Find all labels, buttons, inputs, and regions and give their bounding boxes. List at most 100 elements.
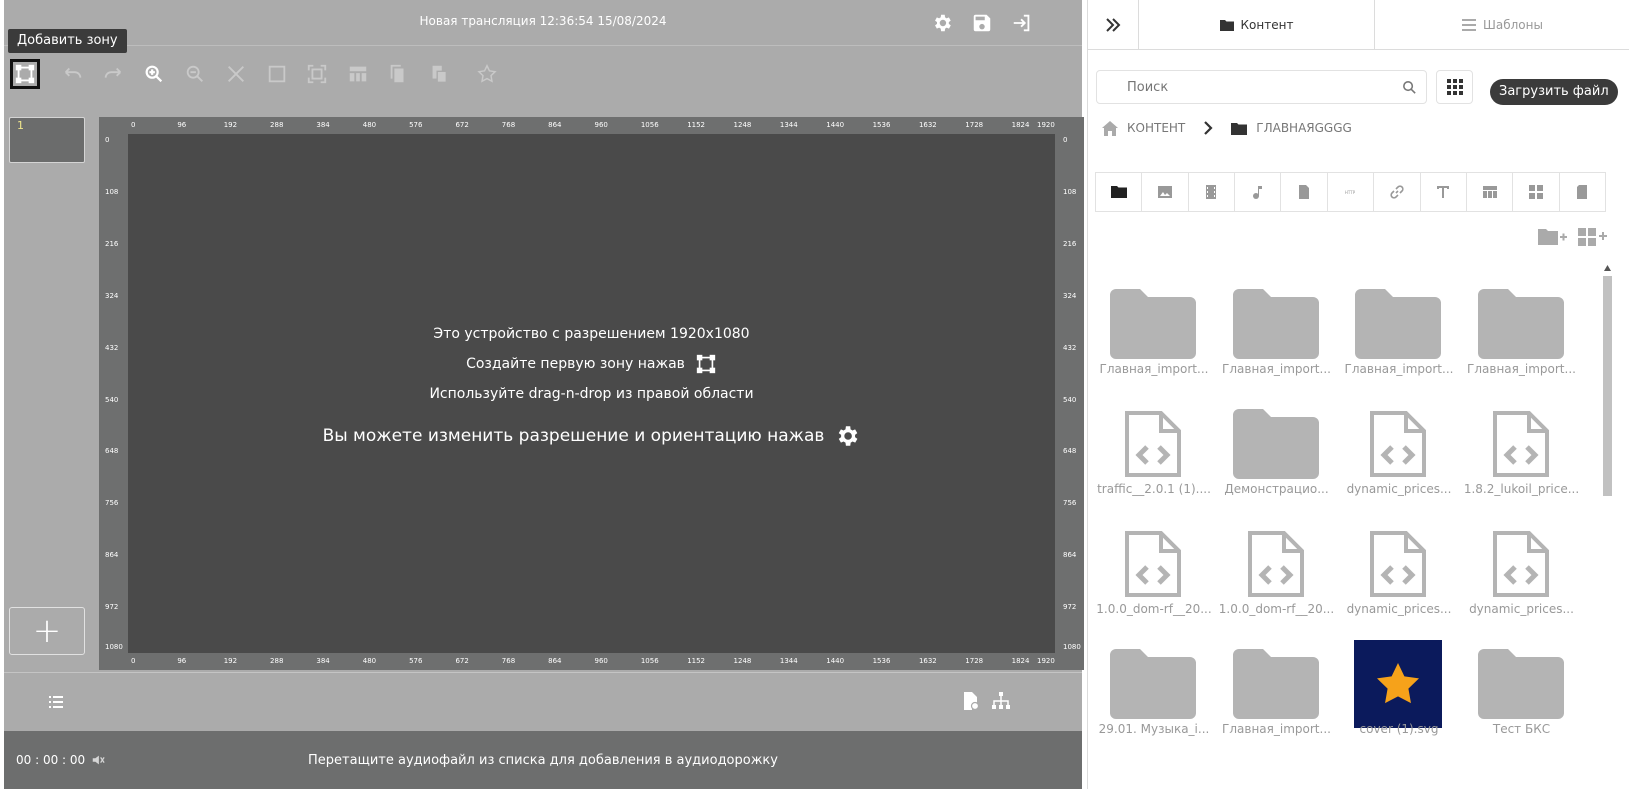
upload-file-button[interactable]: Загрузить файл bbox=[1490, 79, 1618, 105]
slide-thumbnail[interactable]: 1 bbox=[9, 117, 85, 163]
zoom-out-button[interactable] bbox=[180, 59, 210, 89]
file-tile-folder[interactable]: 29.01. Музыка_i... bbox=[1096, 628, 1212, 748]
ruler-tick: 384 bbox=[316, 657, 330, 665]
file-tile-code[interactable]: traffic__2.0.1 (1).... bbox=[1096, 388, 1212, 508]
home-icon[interactable] bbox=[1102, 120, 1118, 136]
file-label: traffic__2.0.1 (1).... bbox=[1097, 482, 1211, 496]
filter-video[interactable] bbox=[1189, 173, 1236, 211]
filter-audio[interactable] bbox=[1235, 173, 1282, 211]
file-tile-folder[interactable]: Главная_import... bbox=[1341, 268, 1457, 388]
add-slide-button[interactable]: + bbox=[9, 607, 85, 655]
search-icon[interactable] bbox=[1401, 79, 1418, 96]
fullscreen-zone-button[interactable] bbox=[302, 59, 332, 89]
filter-folder[interactable] bbox=[1096, 173, 1143, 211]
panel-tabs: Контент Шаблоны bbox=[1088, 0, 1629, 50]
filter-widget[interactable] bbox=[1513, 173, 1560, 211]
scroll-up-icon[interactable] bbox=[1603, 264, 1612, 272]
star-icon bbox=[477, 64, 497, 83]
settings-icon[interactable] bbox=[834, 423, 860, 449]
file-tile-code[interactable]: 1.0.0_dom-rf__20... bbox=[1096, 508, 1212, 628]
undo-button[interactable] bbox=[58, 59, 88, 89]
file-thumbnail bbox=[1354, 520, 1442, 608]
filter-http[interactable]: HTTP bbox=[1328, 173, 1375, 211]
file-tile-code[interactable]: 1.8.2_lukoil_price... bbox=[1464, 388, 1580, 508]
file-tile-folder[interactable]: Демонстрацио... bbox=[1219, 388, 1335, 508]
exit-icon[interactable] bbox=[1011, 12, 1033, 34]
drag-drop-hint: Используйте drag-n-drop из правой област… bbox=[128, 379, 1055, 409]
ruler-tick: 1920 bbox=[1037, 657, 1055, 665]
new-widget-icon[interactable] bbox=[1578, 225, 1610, 249]
ruler-tick: 1920 bbox=[1037, 121, 1055, 129]
search-box bbox=[1096, 70, 1427, 104]
create-zone-text: Создайте первую зону нажав bbox=[466, 356, 685, 372]
collapse-panel-button[interactable] bbox=[1088, 0, 1139, 50]
audio-track[interactable]: 00 : 00 : 00 Перетащите аудиофайл из спи… bbox=[4, 731, 1082, 789]
ruler-tick: 216 bbox=[1063, 239, 1077, 248]
file-tile-image[interactable]: cover (1).svg bbox=[1341, 628, 1457, 748]
design-canvas[interactable]: Это устройство с разрешением 1920x1080 С… bbox=[128, 134, 1055, 653]
file-thumbnail bbox=[1477, 400, 1565, 488]
slides-panel: 1 + bbox=[9, 117, 91, 672]
ruler-tick: 756 bbox=[105, 499, 119, 508]
grid-view-button[interactable] bbox=[1436, 70, 1473, 104]
ruler-tick: 0 bbox=[131, 657, 136, 665]
folder-icon bbox=[1477, 649, 1564, 719]
file-tile-folder[interactable]: Тест БКС bbox=[1464, 628, 1580, 748]
star-icon bbox=[1377, 663, 1419, 704]
tab-templates[interactable]: Шаблоны bbox=[1375, 0, 1629, 50]
stage: 0 96 192 288 384 480 576 672 768 864 960 1056 1152 12… bbox=[99, 117, 1084, 670]
file-settings-icon[interactable] bbox=[962, 691, 980, 711]
sitemap-icon[interactable] bbox=[991, 691, 1011, 711]
ruler-tick: 1248 bbox=[733, 657, 752, 665]
tab-content-label: Контент bbox=[1240, 18, 1294, 32]
file-tile-folder[interactable]: Главная_import... bbox=[1096, 268, 1212, 388]
code-file-icon bbox=[1247, 531, 1304, 597]
file-tile-code[interactable]: dynamic_prices... bbox=[1341, 388, 1457, 508]
settings-icon[interactable] bbox=[931, 12, 953, 34]
scrollbar-thumb[interactable] bbox=[1603, 276, 1612, 496]
fullscreen-icon bbox=[307, 64, 327, 84]
code-file-icon bbox=[1370, 531, 1426, 597]
filter-link[interactable] bbox=[1374, 173, 1421, 211]
paste-button[interactable] bbox=[424, 59, 454, 89]
save-icon[interactable] bbox=[971, 12, 993, 34]
filter-document[interactable] bbox=[1281, 173, 1328, 211]
list-icon[interactable] bbox=[48, 694, 64, 710]
list-icon bbox=[1462, 19, 1477, 31]
filter-image[interactable] bbox=[1142, 173, 1189, 211]
file-tile-code[interactable]: 1.0.0_dom-rf__20... bbox=[1219, 508, 1335, 628]
favorite-button[interactable] bbox=[472, 59, 502, 89]
filter-other[interactable] bbox=[1560, 173, 1605, 211]
add-zone-icon bbox=[15, 64, 35, 84]
ruler-tick: 0 bbox=[131, 121, 136, 129]
editor-topbar: Новая трансляция 12:36:54 15/08/2024 bbox=[4, 0, 1082, 46]
tab-content[interactable]: Контент bbox=[1139, 0, 1375, 50]
file-tile-folder[interactable]: Главная_import... bbox=[1219, 268, 1335, 388]
ruler-tick: 1632 bbox=[918, 657, 937, 665]
ruler-tick: 480 bbox=[362, 657, 377, 665]
folder-icon bbox=[1110, 289, 1196, 359]
double-chevron-right-icon bbox=[1106, 18, 1121, 32]
ruler-tick: 288 bbox=[270, 121, 284, 129]
add-zone-button[interactable] bbox=[10, 59, 40, 89]
fit-button[interactable] bbox=[221, 59, 251, 89]
filter-table[interactable] bbox=[1467, 173, 1514, 211]
file-tile-code[interactable]: dynamic_prices... bbox=[1341, 508, 1457, 628]
zoom-in-button[interactable] bbox=[139, 59, 169, 89]
copy-button[interactable] bbox=[383, 59, 413, 89]
add-zone-icon[interactable] bbox=[695, 353, 717, 375]
search-input[interactable] bbox=[1105, 71, 1395, 103]
filter-text[interactable] bbox=[1421, 173, 1467, 211]
table-button[interactable] bbox=[343, 59, 373, 89]
ruler-tick: 864 bbox=[1063, 551, 1077, 560]
redo-button[interactable] bbox=[98, 59, 128, 89]
new-folder-icon[interactable] bbox=[1538, 226, 1568, 248]
zone-frame-button[interactable] bbox=[262, 59, 292, 89]
ruler-tick: 960 bbox=[594, 657, 608, 665]
scrollbar[interactable] bbox=[1601, 262, 1614, 789]
file-tile-code[interactable]: dynamic_prices... bbox=[1464, 508, 1580, 628]
breadcrumb-root[interactable]: КОНТЕНТ bbox=[1127, 121, 1185, 135]
file-tile-folder[interactable]: Главная_import... bbox=[1219, 628, 1335, 748]
file-tile-folder[interactable]: Главная_import... bbox=[1464, 268, 1580, 388]
ruler-tick: 648 bbox=[1063, 447, 1077, 456]
